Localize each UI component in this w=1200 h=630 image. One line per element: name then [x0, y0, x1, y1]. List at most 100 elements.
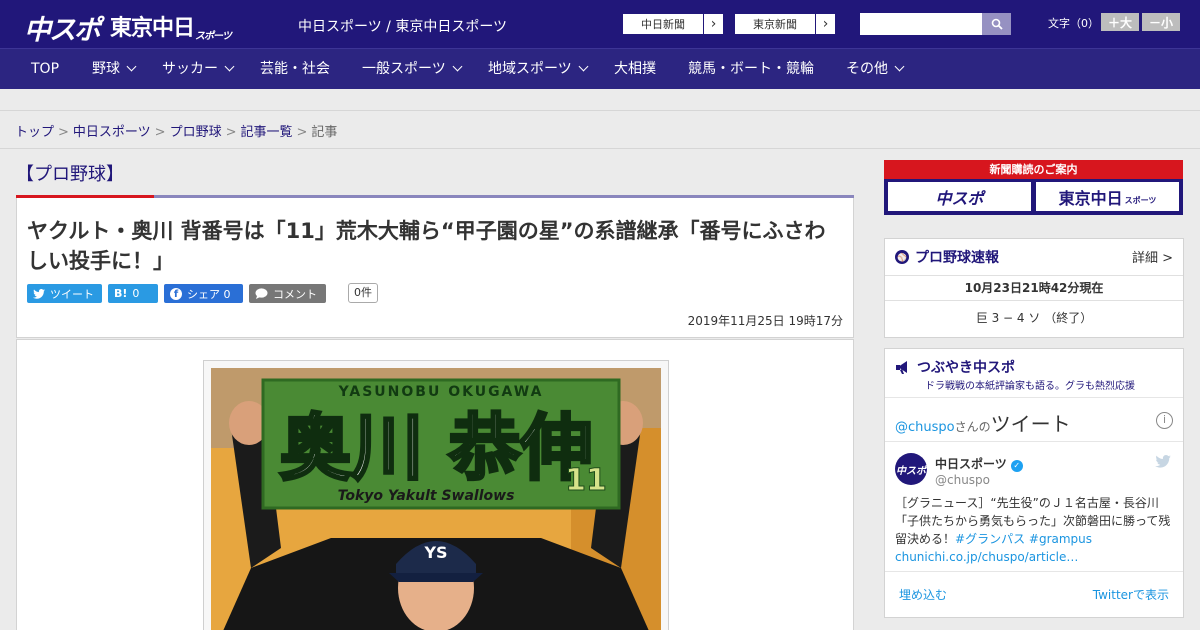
nav-item-soccer[interactable]: サッカー — [162, 49, 235, 90]
hashtag-grampus[interactable]: #grampus — [1029, 532, 1092, 546]
nav-label: 芸能・社会 — [260, 61, 330, 77]
score-row[interactable]: 巨 3 − 4 ソ （終了） — [885, 301, 1183, 335]
tokyo-logo-text: 東京中日 — [110, 16, 195, 41]
facebook-share-button[interactable]: f シェア 0 — [164, 284, 243, 303]
nav-item-local-sports[interactable]: 地域スポーツ — [488, 49, 589, 90]
twitter-tweet-heading: ツイート — [990, 412, 1071, 436]
twitter-header: @chuspoさんのツイート i — [885, 397, 1183, 442]
site-links[interactable]: 中日スポーツ / 東京中日スポーツ — [298, 16, 507, 36]
font-size-label: 文字（0） — [1048, 17, 1099, 30]
search-input[interactable] — [860, 13, 982, 35]
towel-name-text: 奥川 恭伸 — [279, 406, 592, 490]
nav-item-baseball[interactable]: 野球 — [92, 49, 137, 90]
megaphone-icon — [896, 361, 907, 374]
tweet-link[interactable]: chunichi.co.jp/chuspo/article… — [895, 550, 1078, 564]
breadcrumb-separator: > — [58, 125, 69, 140]
category-label: 【プロ野球】 — [16, 164, 124, 185]
twitter-san: さんの — [954, 420, 991, 434]
top-bar: 中スポ 東京中日スポーツ 中日スポーツ / 東京中日スポーツ 中日新聞 › 東京… — [0, 0, 1200, 48]
towel-top-text: YASUNOBU OKUGAWA — [338, 384, 544, 400]
promo-tokyo-sub: スポーツ — [1124, 196, 1157, 205]
twitter-bird-icon[interactable] — [1155, 455, 1171, 472]
nav-item-top[interactable]: TOP — [31, 49, 59, 90]
baseball-scores-box: ⚾ プロ野球速報 詳細 > 10月23日21時42分現在 巨 3 − 4 ソ （終… — [884, 238, 1184, 338]
hatena-count: 0 — [132, 287, 140, 300]
nav-label: TOP — [31, 61, 60, 77]
font-smaller-button[interactable]: －小 — [1142, 13, 1180, 31]
nav-item-general-sports[interactable]: 一般スポーツ — [362, 49, 463, 90]
photo-frame: YS YASUNOBU OKUGAWA 奥川 恭伸 Tokyo Yakult S… — [203, 360, 669, 630]
tweets-subtitle: ドラ戦戦の本紙評論家も語る。グラも熱烈応援 — [925, 381, 1135, 392]
divider — [0, 148, 1200, 149]
tweets-title-text: つぶやき中スポ — [917, 360, 1015, 376]
verified-icon: ✓ — [1010, 460, 1023, 472]
towel-number-text: 11 — [565, 463, 607, 498]
nav-label: その他 — [846, 61, 888, 77]
chevron-down-icon — [126, 61, 137, 72]
hatena-icon: B! — [114, 287, 128, 300]
tweet-author-name: 中日スポーツ — [935, 457, 1007, 471]
nav-label: 一般スポーツ — [362, 61, 446, 77]
hashtag-grampus-ja[interactable]: #グランパス — [955, 532, 1025, 546]
article-header-card: ヤクルト・奥川 背番号は「11」荒木大輔ら“甲子園の星”の系譜継承「番号にふさわ… — [16, 198, 854, 338]
nav-label: 地域スポーツ — [488, 61, 572, 77]
tweet-author[interactable]: 中日スポーツ ✓ — [935, 455, 1023, 472]
chevron-down-icon — [224, 61, 235, 72]
article-headline: ヤクルト・奥川 背番号は「11」荒木大輔ら“甲子園の星”の系譜継承「番号にふさわ… — [27, 219, 826, 273]
comment-button[interactable]: コメント — [249, 284, 326, 303]
baseball-details-link[interactable]: 詳細 > — [1132, 247, 1173, 266]
breadcrumb-current: 記事 — [311, 125, 338, 140]
breadcrumb-article-list[interactable]: 記事一覧 — [241, 125, 293, 140]
tweet-button[interactable]: ツイート — [27, 284, 102, 303]
breadcrumb-separator: > — [154, 125, 166, 140]
chevron-right-icon: › — [703, 14, 723, 34]
promo-chuspo[interactable]: 中スポ — [888, 182, 1031, 211]
nav-item-other[interactable]: その他 — [846, 49, 905, 90]
nav-label: 競馬・ボート・競輪 — [688, 61, 814, 77]
view-on-twitter-link[interactable]: Twitterで表示 — [1093, 586, 1169, 603]
tokyo-chunichi-logo[interactable]: 東京中日スポーツ — [110, 10, 232, 42]
chevron-down-icon — [452, 61, 463, 72]
towel-bottom-text: Tokyo Yakult Swallows — [338, 488, 515, 504]
info-icon[interactable]: i — [1156, 412, 1173, 429]
breadcrumb-top[interactable]: トップ — [15, 125, 54, 140]
nav-item-sumo[interactable]: 大相撲 — [614, 49, 656, 90]
hatena-bookmark-button[interactable]: B! 0 — [108, 284, 158, 303]
subscription-promo[interactable]: 新聞購読のご案内 中スポ 東京中日 スポーツ — [884, 160, 1183, 215]
chunichi-shimbun-button[interactable]: 中日新聞 › — [622, 13, 724, 35]
article-date: 2019年11月25日 19時17分 — [687, 314, 843, 328]
breadcrumb-separator: > — [296, 125, 308, 140]
comment-count: 0件 — [348, 283, 378, 303]
breadcrumb-chunichi-sports[interactable]: 中日スポーツ — [73, 125, 151, 140]
search-icon — [991, 18, 1003, 30]
breadcrumb-pro-baseball[interactable]: プロ野球 — [170, 125, 222, 140]
twitter-handle-line: @chuspoさんのツイート — [895, 408, 1071, 437]
font-larger-button[interactable]: ＋大 — [1101, 13, 1139, 31]
chuspo-logo[interactable]: 中スポ — [24, 8, 101, 47]
search-button[interactable] — [982, 13, 1011, 35]
nav-item-racing[interactable]: 競馬・ボート・競輪 — [688, 49, 814, 90]
score-updated-time: 10月23日21時42分現在 — [885, 275, 1183, 301]
photo-illustration: YS YASUNOBU OKUGAWA 奥川 恭伸 Tokyo Yakult S… — [211, 368, 661, 630]
article-photo[interactable]: YS YASUNOBU OKUGAWA 奥川 恭伸 Tokyo Yakult S… — [211, 368, 661, 630]
promo-chuspo-label: 中スポ — [935, 188, 984, 208]
twitter-handle[interactable]: @chuspo — [895, 420, 955, 435]
breadcrumb: トップ > 中日スポーツ > プロ野球 > 記事一覧 > 記事 — [15, 121, 337, 140]
tweet-text: ［グラニュース］“先生役”のＪ１名古屋・長谷川「子供たちから勇気もらった」次節磐… — [895, 494, 1175, 566]
main-nav: TOP 野球 サッカー 芸能・社会 一般スポーツ 地域スポーツ 大相撲 競馬・ボ… — [0, 48, 1200, 89]
promo-title: 新聞購読のご案内 — [884, 160, 1183, 179]
promo-tokyo-label: 東京中日 — [1058, 188, 1123, 208]
nav-item-entertainment[interactable]: 芸能・社会 — [260, 49, 330, 90]
embed-link[interactable]: 埋め込む — [899, 586, 947, 603]
tweets-title: つぶやき中スポ — [895, 357, 1015, 377]
tokyo-logo-sub: スポーツ — [195, 31, 232, 42]
twitter-bird-icon — [33, 288, 45, 299]
tweet-screen-name[interactable]: @chuspo — [935, 473, 990, 487]
article-body: YS YASUNOBU OKUGAWA 奥川 恭伸 Tokyo Yakult S… — [16, 339, 854, 630]
tweet-label: ツイート — [50, 287, 94, 301]
nav-label: サッカー — [162, 61, 218, 77]
promo-tokyo[interactable]: 東京中日 スポーツ — [1036, 182, 1179, 211]
tokyo-shimbun-button[interactable]: 東京新聞 › — [734, 13, 836, 35]
svg-text:YS: YS — [423, 543, 447, 562]
avatar[interactable]: 中スポ — [895, 453, 927, 485]
